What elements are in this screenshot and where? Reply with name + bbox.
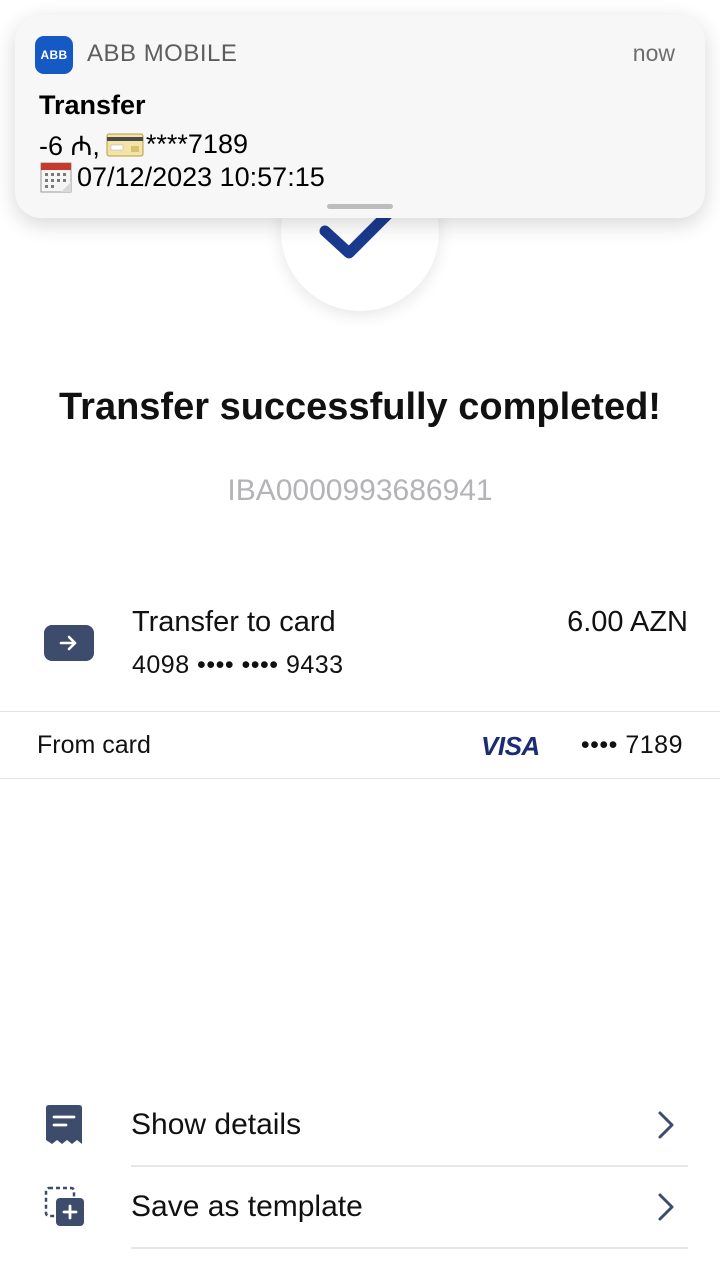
notification-card-masked: ****7189 xyxy=(145,129,248,159)
recipient-card-number: 4098 •••• •••• 9433 xyxy=(132,651,344,679)
divider xyxy=(0,778,720,779)
action-separator xyxy=(131,1247,688,1249)
divider xyxy=(0,711,720,712)
show-details-label: Show details xyxy=(131,1108,302,1141)
notification-amount: -6 ₼, xyxy=(39,131,100,161)
calendar-icon xyxy=(39,160,73,194)
from-card-label: From card xyxy=(37,731,151,759)
notification-amount-line: -6 ₼, ****7189 xyxy=(39,126,248,163)
show-details-button[interactable]: Show details xyxy=(0,1084,720,1166)
notification-datetime: 07/12/2023 10:57:15 xyxy=(77,161,325,192)
notification-app-name: ABB MOBILE xyxy=(87,40,238,67)
notification-date-line: 07/12/2023 10:57:15 xyxy=(39,160,325,194)
chevron-right-icon xyxy=(656,1110,676,1145)
chevron-right-icon xyxy=(656,1192,676,1227)
notification-time: now xyxy=(632,40,675,66)
source-card-masked: •••• 7189 xyxy=(580,731,683,759)
abb-app-icon: ABB xyxy=(35,36,73,74)
credit-card-icon xyxy=(106,133,144,157)
transfer-summary-row: Transfer to card 4098 •••• •••• 9433 6.0… xyxy=(0,600,720,710)
notification-drag-handle[interactable] xyxy=(327,204,393,209)
notification-title: Transfer xyxy=(39,90,146,120)
save-as-template-button[interactable]: Save as template xyxy=(0,1166,720,1248)
save-as-template-label: Save as template xyxy=(131,1190,363,1223)
receipt-icon xyxy=(44,1104,84,1151)
transfer-type-label: Transfer to card xyxy=(132,606,336,638)
success-headline: Transfer successfully completed! xyxy=(59,386,661,428)
visa-logo-icon: VISA xyxy=(481,731,540,761)
push-notification[interactable]: ABB ABB MOBILE now Transfer -6 ₼, ****71… xyxy=(15,15,705,218)
transfer-amount: 6.00 AZN xyxy=(567,606,688,638)
add-template-icon xyxy=(44,1186,86,1233)
arrow-right-icon xyxy=(44,625,94,661)
transaction-reference-id: IBA0000993686941 xyxy=(227,474,493,507)
